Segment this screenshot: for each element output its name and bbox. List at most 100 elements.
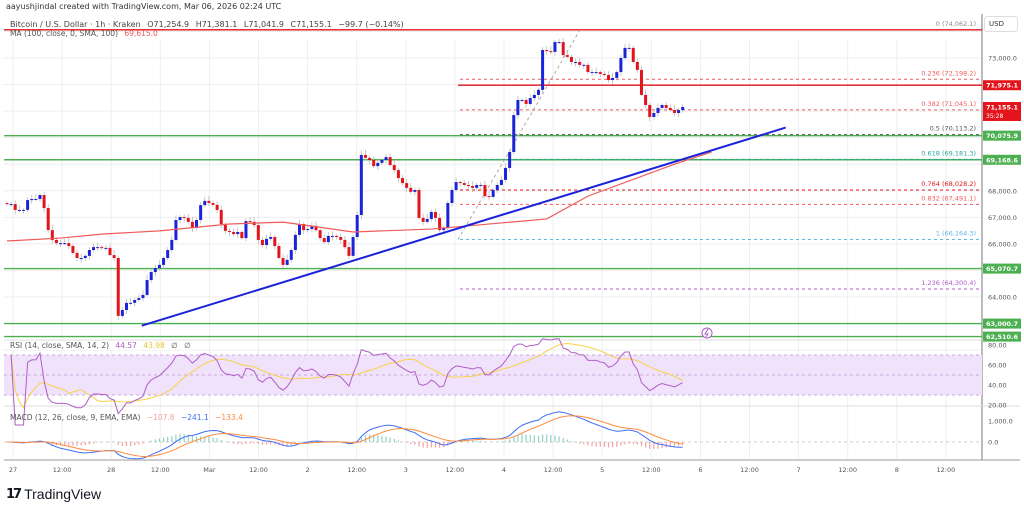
candle-body xyxy=(96,247,100,249)
candle-body xyxy=(565,55,569,57)
candle-body xyxy=(306,229,310,231)
candle-body xyxy=(265,238,269,245)
candle-body xyxy=(528,98,532,104)
candle-body xyxy=(116,257,120,316)
macd-label[interactable]: MACD (12, 26, close, 9, EMA, EMA) xyxy=(10,413,140,422)
candle xyxy=(330,231,334,241)
ma-legend: MA (100, close, 0, SMA, 100) 69,615.0 xyxy=(10,29,162,38)
candle xyxy=(512,111,516,155)
candle-body xyxy=(553,42,557,52)
candle xyxy=(635,58,639,74)
ma-label[interactable]: MA (100, close, 0, SMA, 100) xyxy=(10,29,118,38)
candle xyxy=(265,234,269,249)
candle-body xyxy=(149,272,153,281)
time-axis-tick: 12:00 xyxy=(446,466,465,474)
candle xyxy=(75,249,79,261)
candle-body xyxy=(499,179,503,185)
candle-body xyxy=(199,205,203,221)
candle xyxy=(462,180,466,187)
symbol-name[interactable]: Bitcoin / U.S. Dollar · 1h · Kraken xyxy=(10,20,141,29)
candle-body xyxy=(681,107,685,111)
candle xyxy=(586,62,590,75)
candle-body xyxy=(343,239,347,248)
candle xyxy=(199,201,203,224)
candle xyxy=(269,232,273,242)
candle-body xyxy=(388,157,392,166)
candle-body xyxy=(652,112,656,117)
time-axis-tick: 12:00 xyxy=(838,466,857,474)
candle-body xyxy=(129,302,133,304)
candle-body xyxy=(664,105,668,108)
candle-body xyxy=(232,231,236,235)
price-label: 69,168.6 xyxy=(986,156,1019,164)
candle-body xyxy=(582,64,586,66)
fib-trend-line xyxy=(457,29,581,240)
tradingview-logo[interactable]: 17 TradingView xyxy=(6,486,101,502)
candle-body xyxy=(413,190,417,192)
fib-level-label: 0.5 (70,113.2) xyxy=(930,125,976,133)
candle-body xyxy=(446,203,450,228)
tradingview-logo-text: TradingView xyxy=(24,486,102,502)
candle xyxy=(413,187,417,196)
fib-level-label: 1 (66,164.3) xyxy=(936,230,976,238)
candle xyxy=(137,294,141,302)
last-price-label: 71,155.1 xyxy=(986,104,1019,112)
candle-body xyxy=(211,203,215,205)
candle xyxy=(541,47,545,93)
candle xyxy=(21,208,25,214)
time-axis-tick: 12:00 xyxy=(53,466,72,474)
candle xyxy=(26,197,30,212)
time-axis-tick: 5 xyxy=(600,466,604,474)
candle-body xyxy=(38,195,42,200)
candle-body xyxy=(269,237,273,239)
candle-body xyxy=(293,234,297,251)
rsi-label[interactable]: RSI (14, close, SMA, 14, 2) xyxy=(10,341,109,350)
price-label: 70,075.9 xyxy=(986,132,1019,140)
price-axis-tick: 66,000.0 xyxy=(988,240,1017,248)
rsi-axis-tick: 40.00 xyxy=(988,382,1007,390)
candle xyxy=(195,217,199,231)
candle xyxy=(149,269,153,283)
candle xyxy=(289,247,293,263)
support-trendline xyxy=(141,126,786,327)
candle xyxy=(672,105,676,117)
candle xyxy=(475,182,479,191)
candle xyxy=(553,39,557,56)
time-axis-tick: 12:00 xyxy=(642,466,661,474)
candle-body xyxy=(67,243,71,247)
candle xyxy=(446,200,450,231)
candle-body xyxy=(520,99,524,101)
candle xyxy=(236,227,240,238)
candle-body xyxy=(108,247,112,256)
candle-body xyxy=(569,56,573,62)
candle-body xyxy=(504,167,508,180)
candle-body xyxy=(450,190,454,204)
candle xyxy=(5,201,9,206)
candle xyxy=(656,103,660,117)
candle xyxy=(339,233,343,244)
candle-body xyxy=(281,257,285,265)
candle-body xyxy=(215,204,219,210)
candle xyxy=(602,71,606,77)
currency-button[interactable]: USD xyxy=(984,16,1018,32)
time-axis-tick: 3 xyxy=(404,466,408,474)
countdown-label: 35:28 xyxy=(986,113,1003,120)
price-chart[interactable]: 27 12:00 28 12:00 Mar 12:00 2 12:00 3 12:00 4 12:00… xyxy=(0,0,1024,512)
candle xyxy=(79,253,83,263)
candle-body xyxy=(368,157,372,160)
candle xyxy=(623,43,627,61)
macd-signal-value: −133.4 xyxy=(215,413,243,422)
candle-body xyxy=(34,199,38,201)
rsi-axis-tick: 80.00 xyxy=(988,342,1007,350)
lightning-event-icon[interactable] xyxy=(701,327,713,339)
candle-body xyxy=(384,157,388,160)
candle-body xyxy=(186,217,190,222)
price-label: 65,070.7 xyxy=(986,265,1018,273)
rsi-value: 44.57 xyxy=(115,341,137,350)
price-axis-tick: 64,000.0 xyxy=(988,294,1017,302)
candle xyxy=(318,228,322,242)
candle-body xyxy=(133,299,137,303)
candle-body xyxy=(363,154,367,158)
candle xyxy=(536,87,540,100)
time-axis-tick: 12:00 xyxy=(937,466,956,474)
